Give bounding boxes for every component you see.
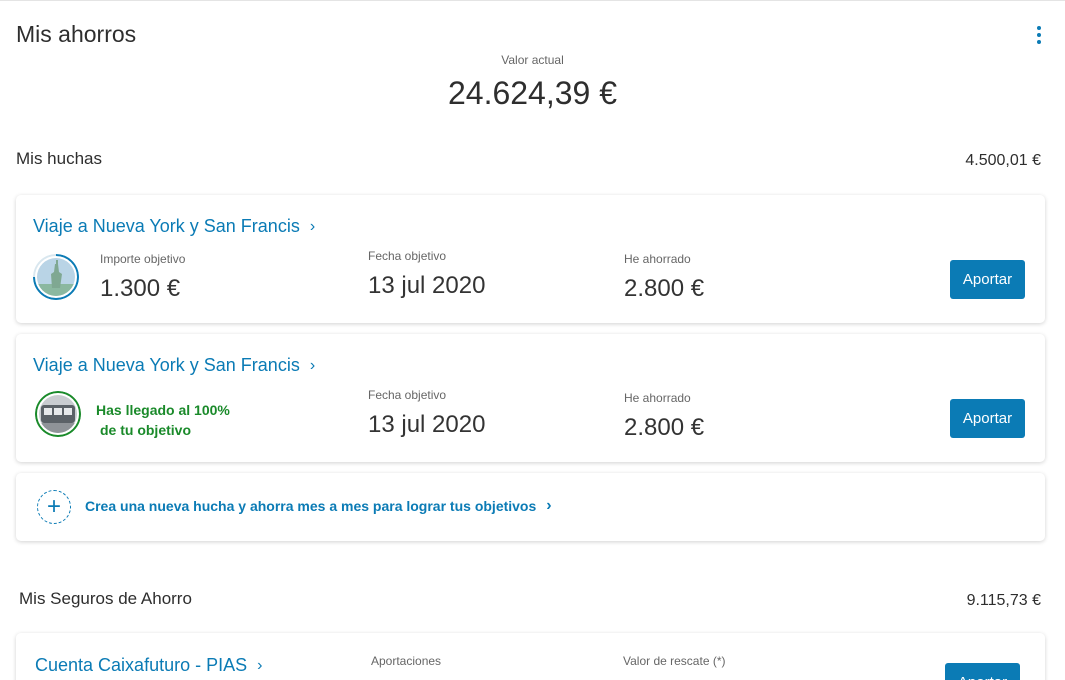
statue-of-liberty-icon <box>33 254 79 300</box>
target-date-value: 13 jul 2020 <box>368 272 486 299</box>
seguro-card-title-link[interactable]: Cuenta Caixafuturo - PIAS › <box>35 655 262 676</box>
target-date-value: 13 jul 2020 <box>368 411 486 438</box>
huchas-section-title: Mis huchas <box>16 149 102 168</box>
target-date-label: Fecha objetivo <box>368 388 447 402</box>
saved-value: 2.800 € <box>624 414 705 441</box>
hucha-card-title: Viaje a Nueva York y San Francis <box>33 355 300 375</box>
more-vertical-icon <box>1037 26 1041 30</box>
plus-icon[interactable]: + <box>37 490 71 524</box>
seguro-card-title: Cuenta Caixafuturo - PIAS <box>35 655 248 675</box>
aportar-button[interactable]: Aportar <box>945 663 1020 680</box>
hucha-card-1: Viaje a Nueva York y San Francis › Impor… <box>16 195 1045 323</box>
seguros-section-title: Mis Seguros de Ahorro <box>19 589 192 608</box>
target-amount-value: 1.300 € <box>100 275 181 302</box>
hucha-avatar-completed <box>35 391 81 437</box>
create-hucha-card[interactable]: + Crea una nueva hucha y ahorra mes a me… <box>16 473 1045 541</box>
cable-car-icon <box>35 391 81 437</box>
aportar-button[interactable]: Aportar <box>950 260 1025 299</box>
hucha-card-title: Viaje a Nueva York y San Francis <box>33 216 300 236</box>
huchas-total-amount: 4.500,01 € <box>965 152 1041 169</box>
goal-reached-line-1: Has llegado al 100% <box>96 402 230 418</box>
create-hucha-link[interactable]: Crea una nueva hucha y ahorra mes a mes … <box>85 497 552 515</box>
chevron-right-icon: › <box>309 217 316 235</box>
chevron-right-icon: › <box>257 656 263 674</box>
rescue-value-label: Valor de rescate (*) <box>623 654 726 668</box>
hucha-card-2-title-link[interactable]: Viaje a Nueva York y San Francis › <box>33 355 315 376</box>
hucha-card-2: Viaje a Nueva York y San Francis › Has l… <box>16 334 1045 462</box>
saved-label: He ahorrado <box>624 391 691 405</box>
saved-value: 2.800 € <box>624 275 705 302</box>
target-date-label: Fecha objetivo <box>368 249 447 263</box>
more-options-button[interactable] <box>1030 22 1048 48</box>
target-amount-label: Importe objetivo <box>100 252 186 266</box>
chevron-right-icon: › <box>546 497 552 514</box>
aportar-button[interactable]: Aportar <box>950 399 1025 438</box>
seguro-card: Cuenta Caixafuturo - PIAS › Aportaciones… <box>16 633 1045 680</box>
goal-reached-line-2: de tu objetivo <box>100 422 191 438</box>
hucha-avatar <box>33 254 79 300</box>
total-label: Valor actual <box>501 53 564 67</box>
chevron-right-icon: › <box>309 356 316 374</box>
seguros-total-amount: 9.115,73 € <box>966 592 1041 609</box>
create-hucha-text: Crea una nueva hucha y ahorra mes a mes … <box>85 498 537 514</box>
top-divider <box>0 0 1065 1</box>
hucha-card-1-title-link[interactable]: Viaje a Nueva York y San Francis › <box>33 216 315 237</box>
goal-reached-message: Has llegado al 100% de tu objetivo <box>96 400 230 440</box>
total-value: 24.624,39 € <box>447 75 618 111</box>
page-title: Mis ahorros <box>16 21 137 47</box>
contributions-label: Aportaciones <box>371 654 442 668</box>
saved-label: He ahorrado <box>624 252 691 266</box>
